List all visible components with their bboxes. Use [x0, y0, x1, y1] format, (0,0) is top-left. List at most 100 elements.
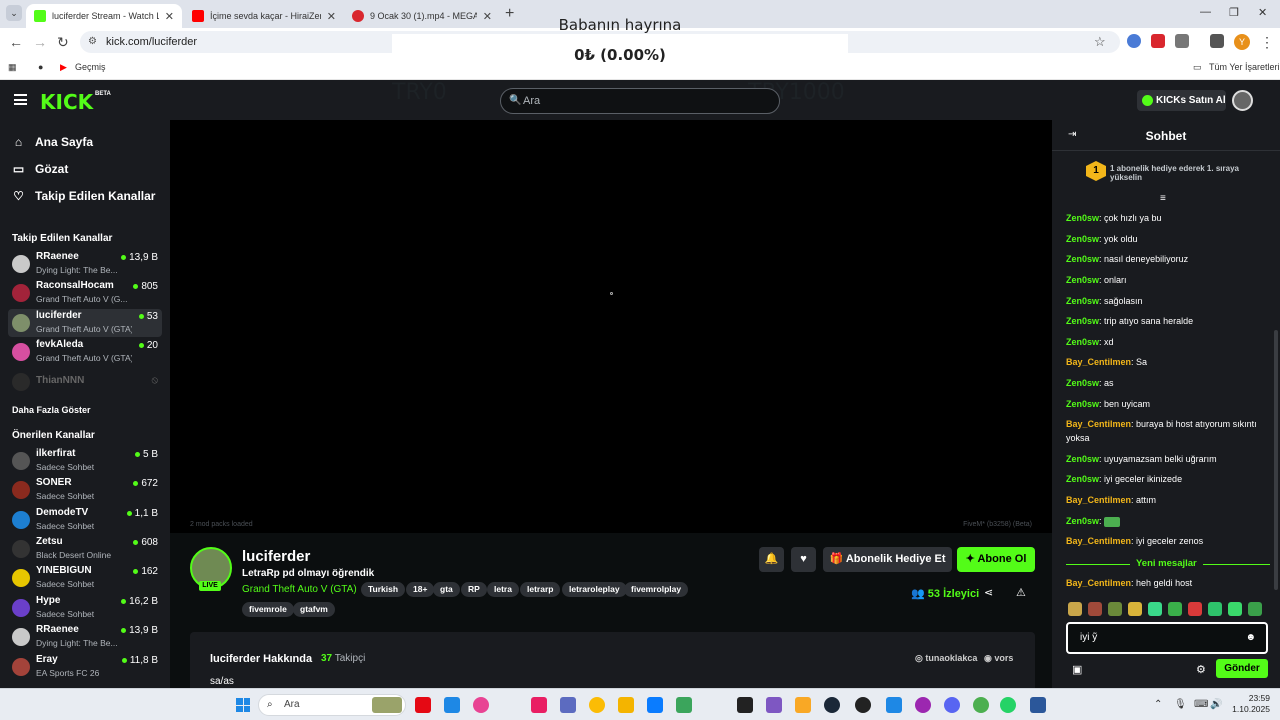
sidebar-item-following[interactable]: ♡ Takip Edilen Kanallar: [12, 189, 155, 203]
github-icon[interactable]: ●: [38, 62, 43, 72]
chat-settings-gear-icon[interactable]: ⚙: [1196, 663, 1206, 676]
followed-channel-selected[interactable]: luciferder Grand Theft Auto V (GTA) 53: [8, 309, 162, 337]
followed-channel-offline[interactable]: ThianNNN ⦸: [8, 368, 162, 396]
volume-icon[interactable]: 🔊: [1210, 699, 1222, 710]
report-icon[interactable]: ⚠: [1016, 586, 1026, 599]
network-icon[interactable]: ⌨: [1194, 699, 1208, 710]
close-icon[interactable]: ✕: [165, 10, 174, 23]
apps-icon[interactable]: ▦: [8, 62, 17, 73]
emoji-picker-icon[interactable]: ☻: [1245, 624, 1256, 652]
recommended-channel[interactable]: Zetsu Black Desert Online 608: [8, 535, 162, 563]
tag[interactable]: gtafvm: [293, 602, 335, 617]
recommended-channel[interactable]: DemodeTV Sadece Sohbet 1,1 B: [8, 506, 162, 534]
tag[interactable]: fivemrolplay: [624, 582, 689, 597]
app-icon[interactable]: [647, 697, 663, 713]
emote-icon[interactable]: [1168, 602, 1182, 616]
tag[interactable]: gta: [433, 582, 460, 597]
tab-search-button[interactable]: ⌄: [6, 5, 22, 21]
emote-icon[interactable]: [1068, 602, 1082, 616]
followed-channel[interactable]: RRaenee Dying Light: The Be... 13,9 B: [8, 250, 162, 278]
search-input[interactable]: 🔍 Ara: [500, 88, 780, 114]
app-icon[interactable]: [855, 697, 871, 713]
file-explorer-icon[interactable]: [795, 697, 811, 713]
follow-heart-button[interactable]: ♥: [791, 547, 816, 572]
bookmark-star-icon[interactable]: ☆: [1094, 34, 1106, 50]
expand-pinned-icon[interactable]: ≡: [1160, 193, 1166, 204]
site-info-icon[interactable]: ⚙: [88, 31, 97, 53]
recommended-channel[interactable]: Eray EA Sports FC 26 11,8 B: [8, 653, 162, 681]
reading-list-icon[interactable]: [1210, 34, 1224, 48]
epic-games-icon[interactable]: [737, 697, 753, 713]
app-icon[interactable]: [560, 697, 576, 713]
channel-name[interactable]: luciferder: [242, 548, 310, 565]
recommended-channel[interactable]: RRaenee Dying Light: The Be... 13,9 B: [8, 623, 162, 651]
share-icon[interactable]: ⋖: [984, 586, 993, 599]
tag[interactable]: fivemrole: [242, 602, 294, 617]
emote-icon[interactable]: [1108, 602, 1122, 616]
minimize-button[interactable]: —: [1200, 6, 1211, 18]
extensions-puzzle-icon[interactable]: [1175, 34, 1189, 48]
tag[interactable]: letra: [487, 582, 519, 597]
kick-logo[interactable]: KICK: [40, 90, 93, 114]
opera-icon[interactable]: [473, 697, 489, 713]
app-icon[interactable]: [886, 697, 902, 713]
recommended-channel[interactable]: Hype Sadece Sohbet 16,2 B: [8, 594, 162, 622]
stream-category[interactable]: Grand Theft Auto V (GTA): [242, 584, 357, 595]
tag[interactable]: RP: [461, 582, 487, 597]
windows-start-icon[interactable]: [236, 698, 250, 712]
discord-link[interactable]: ◉ vors: [984, 653, 1013, 664]
chrome-icon[interactable]: [589, 697, 605, 713]
app-icon[interactable]: [915, 697, 931, 713]
sidebar-item-browse[interactable]: ▭ Gözat: [12, 162, 69, 176]
all-bookmarks[interactable]: Tüm Yer İşaretleri: [1209, 62, 1280, 72]
maximize-button[interactable]: ❐: [1229, 6, 1239, 19]
microphone-icon[interactable]: 🎙: [1174, 699, 1187, 710]
recommended-channel[interactable]: SONER Sadece Sohbet 672: [8, 476, 162, 504]
back-button[interactable]: ←: [9, 34, 23, 50]
buy-kicks-button[interactable]: KICKs Satın Al: [1137, 90, 1226, 111]
user-avatar[interactable]: [1232, 90, 1253, 111]
profile-avatar[interactable]: Y: [1234, 34, 1250, 50]
tag[interactable]: letraroleplay: [562, 582, 627, 597]
send-button[interactable]: Gönder: [1216, 659, 1268, 678]
tag[interactable]: letrarp: [520, 582, 561, 597]
app-icon[interactable]: [531, 697, 547, 713]
forward-button[interactable]: →: [33, 34, 47, 50]
app-icon[interactable]: [444, 697, 460, 713]
netflix-icon[interactable]: [415, 697, 431, 713]
video-player[interactable]: 2 mod packs loaded FiveM* (b3258) (Beta): [170, 120, 1052, 533]
bookmark-history[interactable]: Geçmiş: [75, 62, 106, 72]
hamburger-menu-icon[interactable]: [14, 94, 27, 105]
sidebar-item-home[interactable]: ⌂ Ana Sayfa: [12, 135, 93, 149]
page-scrollbar[interactable]: [1274, 330, 1278, 590]
system-clock[interactable]: 23:59 1.10.2025: [1232, 693, 1270, 715]
recommended-channel[interactable]: YINEBIGUN Sadece Sohbet 162: [8, 564, 162, 592]
news-widget-icon[interactable]: [372, 697, 402, 713]
emote-icon[interactable]: [1088, 602, 1102, 616]
subscribe-button[interactable]: ✦ Abone Ol: [957, 547, 1035, 572]
emote-icon[interactable]: [1128, 602, 1142, 616]
reload-button[interactable]: ↻: [57, 34, 69, 51]
extension-icon[interactable]: [1127, 34, 1141, 48]
show-more-link[interactable]: Daha Fazla Göster: [12, 405, 91, 415]
instagram-link[interactable]: ◎ tunaoklakca: [915, 653, 977, 664]
steam-icon[interactable]: [824, 697, 840, 713]
minecraft-icon[interactable]: [676, 697, 692, 713]
gift-leaderboard-text[interactable]: 1 abonelik hediye ederek 1. sıraya yükse…: [1110, 164, 1260, 182]
emote-icon[interactable]: [1148, 602, 1162, 616]
tag[interactable]: 18+: [406, 582, 435, 597]
menu-icon[interactable]: ⋮: [1260, 34, 1274, 51]
tab-kick[interactable]: luciferder Stream - Watch L ✕: [26, 4, 182, 28]
followed-channel[interactable]: RaconsalHocam Grand Theft Auto V (G... 8…: [8, 279, 162, 307]
app-icon[interactable]: [766, 697, 782, 713]
followed-channel[interactable]: fevkAleda Grand Theft Auto V (GTA) 20: [8, 338, 162, 366]
discord-icon[interactable]: [944, 697, 960, 713]
gift-icon[interactable]: ▣: [1072, 663, 1082, 676]
notification-bell-button[interactable]: 🔔: [759, 547, 784, 572]
emote-icon[interactable]: [1208, 602, 1222, 616]
emote-icon[interactable]: [1188, 602, 1202, 616]
tray-expand-icon[interactable]: ⌃: [1154, 699, 1162, 710]
chat-message-input[interactable]: iyi ỹ ☻: [1066, 622, 1268, 654]
close-window-button[interactable]: ✕: [1258, 6, 1267, 19]
gift-subscription-button[interactable]: 🎁 Abonelik Hediye Et: [823, 547, 952, 572]
